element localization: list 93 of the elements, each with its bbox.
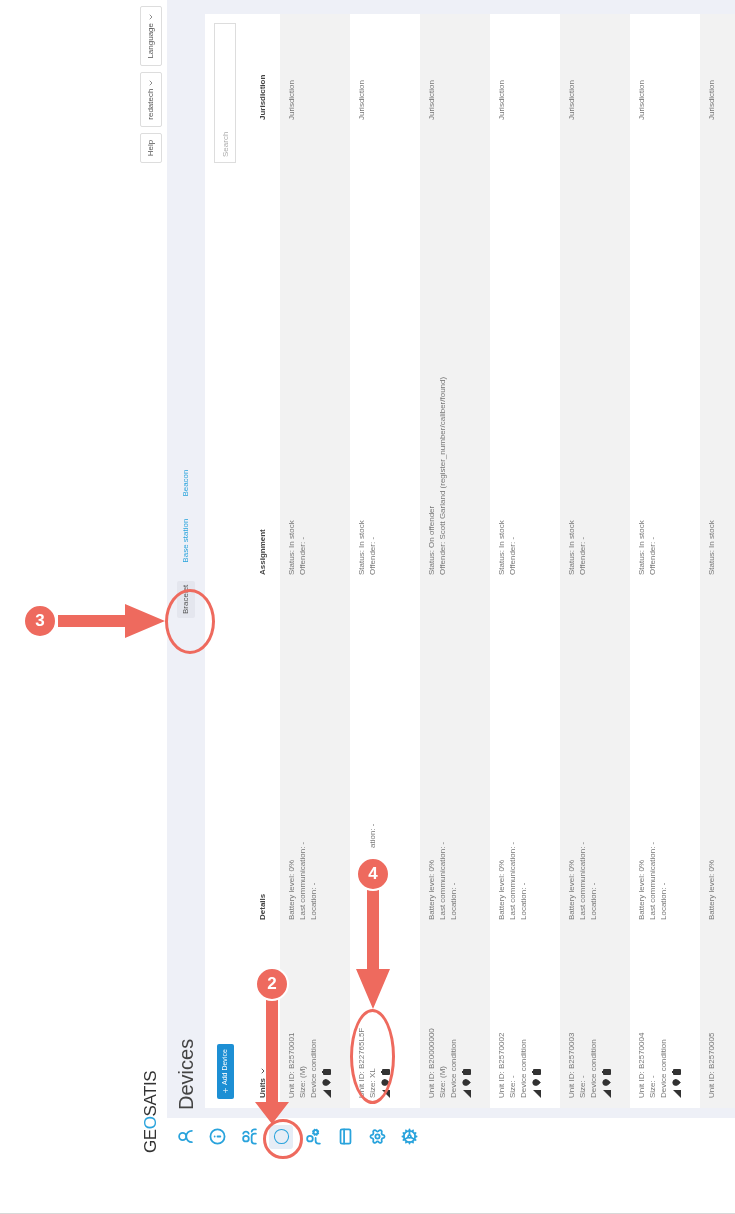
assignment-text: Status: In stock (286, 519, 297, 575)
tab[interactable]: Beacon (177, 465, 195, 501)
battery-icon (602, 1069, 611, 1075)
tab[interactable]: Base station (177, 514, 195, 567)
column-header[interactable]: Details (256, 893, 269, 920)
signal-icon (381, 1090, 390, 1098)
unit-text: Device condition (518, 1038, 529, 1098)
details-text: Location: - (588, 881, 599, 920)
pin-icon (462, 1078, 471, 1087)
battery-icon (381, 1069, 390, 1075)
table-row[interactable]: Unit ID: B2570005 Battery level: 0% Status: In stock Jurisdiction (700, 14, 735, 1108)
assignment-text: Offender: Scott Garland (register_number/caliber/found) (437, 375, 448, 575)
signal-icon (322, 1090, 331, 1098)
header-button[interactable]: redatech (140, 71, 162, 127)
details-text: Last communication: - (507, 840, 518, 920)
battery-icon (532, 1069, 541, 1075)
header-button[interactable]: Language (140, 6, 162, 66)
jurisdiction-text: Jurisdiction (566, 79, 577, 120)
pin-icon (532, 1078, 541, 1087)
unit-text: Unit ID: B2570004 (636, 1031, 647, 1098)
unit-text: Size: - (647, 1074, 658, 1098)
assignment-text: Offender: - (577, 535, 588, 575)
unit-text: Size: - (577, 1074, 588, 1098)
pin-icon (322, 1078, 331, 1087)
signal-icon (672, 1090, 681, 1098)
pin-icon (381, 1078, 390, 1087)
column-header[interactable]: Assignment (256, 529, 269, 575)
unit-text: Device condition (308, 1038, 319, 1098)
jurisdiction-text: Jurisdiction (356, 79, 367, 120)
caret-icon (147, 78, 155, 87)
column-header[interactable]: Jurisdiction (256, 74, 269, 120)
logo: GEOSATIS (140, 1070, 162, 1153)
table-row[interactable]: Unit ID: B20000000 Size: (M) Device condition Battery level: 0% Last communication: - Location: - Status: On offender Offender: Scott Garland (register_number/caliber/found) Jurisdiction (420, 14, 490, 1108)
column-header[interactable]: Units (256, 1078, 269, 1098)
details-text: Location: - (518, 881, 529, 920)
header-button[interactable]: Help (140, 132, 162, 164)
search-field[interactable]: Search (214, 23, 236, 163)
jurisdiction-text: Jurisdiction (636, 79, 647, 120)
unit-text: Size: (M) (437, 1065, 448, 1098)
pin-icon (602, 1078, 611, 1087)
jurisdiction-text: Jurisdiction (426, 79, 437, 120)
details-text: Battery level: 0% (496, 858, 507, 920)
details-text: Battery level: 0% (706, 858, 717, 920)
assignment-text: Offender: - (297, 535, 308, 575)
details-text: Last communication: - (297, 840, 308, 920)
unit-text: Size: (M) (297, 1065, 308, 1098)
assignment-text: Offender: - (367, 535, 378, 575)
jurisdiction-text: Jurisdiction (496, 79, 507, 120)
jurisdiction-text: Jurisdiction (286, 79, 297, 120)
assignment-text: Status: In stock (566, 519, 577, 575)
jurisdiction-text: Jurisdiction (706, 79, 717, 120)
battery-icon (322, 1069, 331, 1075)
unit-text: Unit ID: B2570005 (706, 1031, 717, 1098)
details-text: Last communication: - (437, 840, 448, 920)
details-text: Battery level: 0% (566, 858, 577, 920)
table-row[interactable]: Unit ID: B2570003 Size: - Device condition Battery level: 0% Last communication: - Location: - Status: In stock Offender: - Jurisdiction (560, 14, 630, 1108)
unit-text: Device condition (658, 1038, 669, 1098)
details-text: Battery level: 0% (426, 858, 437, 920)
assignment-text: Offender: - (647, 535, 658, 575)
unit-text: Unit ID: B2570003 (566, 1031, 577, 1098)
details-text: Battery level: 0% (286, 858, 297, 920)
pin-icon (672, 1078, 681, 1087)
step-badge: 3 (23, 604, 57, 638)
unit-text: Unit ID: B2570002 (496, 1031, 507, 1098)
caret-icon (147, 13, 155, 21)
assignment-text: Status: In stock (706, 519, 717, 575)
details-text: Last communication: - (647, 840, 658, 920)
assignment-text: Status: In stock (496, 519, 507, 575)
battery-icon (672, 1069, 681, 1075)
signal-icon (602, 1090, 611, 1098)
assignment-text: Status: In stock (636, 519, 647, 575)
tab[interactable]: Bracelet (177, 580, 195, 618)
table-row[interactable]: Unit ID: B2570001 Size: (M) Device condition Battery level: 0% Last communication: - Location: - Status: In stock Offender: - Jurisdiction (280, 14, 350, 1108)
details-text: Last communication: - (577, 840, 588, 920)
details-text: Battery level: 0% (636, 858, 647, 920)
assignment-text: Status: In stock (356, 519, 367, 575)
unit-text: Unit ID: B2570001 (286, 1031, 297, 1098)
details-text: Location: - (658, 881, 669, 920)
unit-text: Unit ID: B20000000 (426, 1027, 437, 1098)
plus-icon (221, 1087, 229, 1094)
signal-icon (462, 1090, 471, 1098)
assignment-text: Status: On offender (426, 504, 437, 575)
details-text: ation: - (367, 822, 378, 848)
unit-text: Size: XL (367, 1067, 378, 1098)
details-text: Location: - (308, 881, 319, 920)
unit-text: Size: - (507, 1074, 518, 1098)
details-text: Location: - (448, 881, 459, 920)
assignment-text: Offender: - (507, 535, 518, 575)
page-title: Devices (174, 1038, 198, 1110)
signal-icon (532, 1090, 541, 1098)
unit-text: Device condition (588, 1038, 599, 1098)
battery-icon (462, 1069, 471, 1075)
unit-text: Device condition (448, 1038, 459, 1098)
